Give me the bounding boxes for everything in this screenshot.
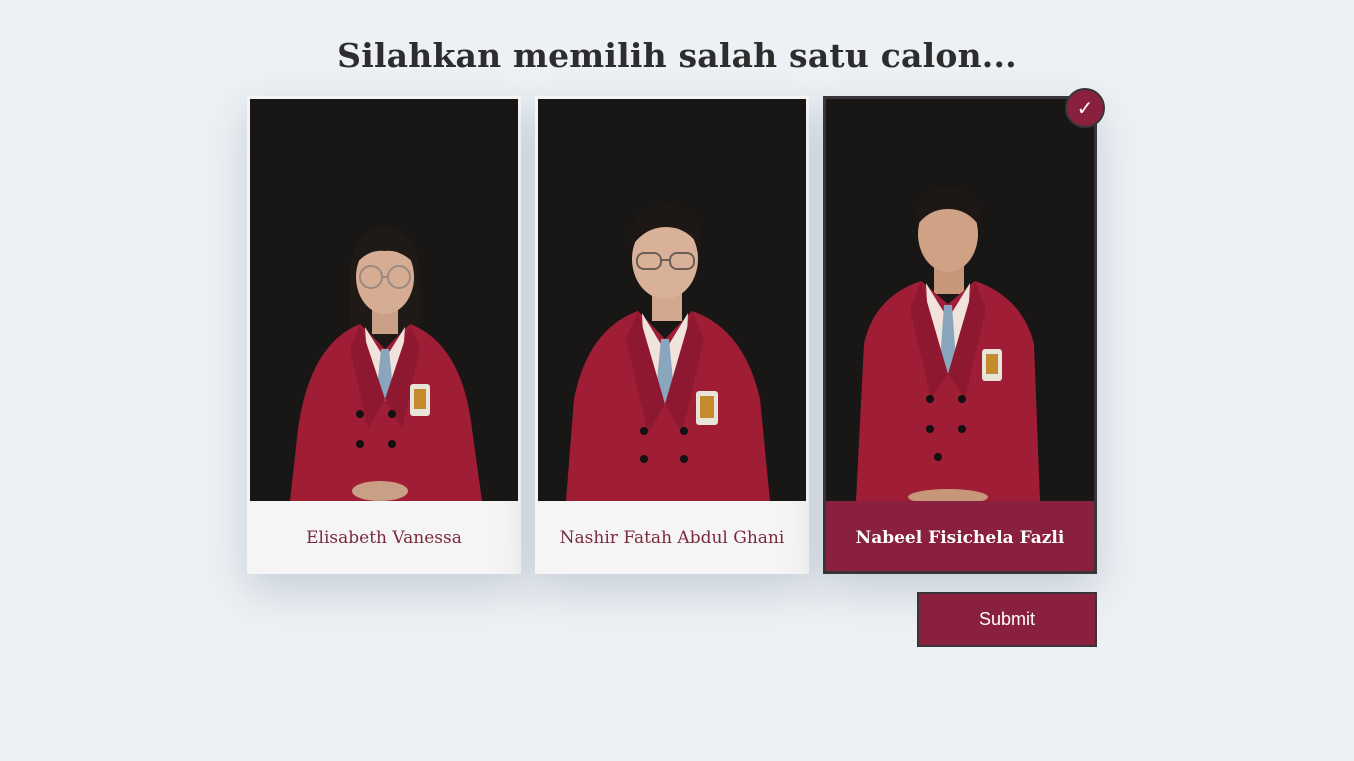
candidate-card-3[interactable]: Nabeel Fisichela Fazli ✓ [823, 88, 1105, 574]
page-title: Silahkan memilih salah satu calon... [337, 36, 1017, 76]
candidate-photo-2 [538, 99, 806, 501]
candidate-photo-3 [826, 99, 1094, 501]
candidate-card-2[interactable]: Nashir Fatah Abdul Ghani [535, 96, 809, 574]
candidate-photo-1 [250, 99, 518, 501]
candidate-card-1[interactable]: Elisabeth Vanessa [247, 96, 521, 574]
voting-page: Silahkan memilih salah satu calon... Eli… [0, 0, 1354, 761]
candidate-name-3: Nabeel Fisichela Fazli [855, 527, 1065, 548]
submit-button[interactable]: Submit [917, 592, 1097, 647]
candidate-list: Elisabeth Vanessa Nashir Fatah Abdul Gha… [247, 88, 1105, 574]
candidate-name-2: Nashir Fatah Abdul Ghani [559, 527, 785, 548]
candidate-name-1: Elisabeth Vanessa [306, 527, 462, 548]
selected-check-icon: ✓ [1065, 88, 1105, 128]
